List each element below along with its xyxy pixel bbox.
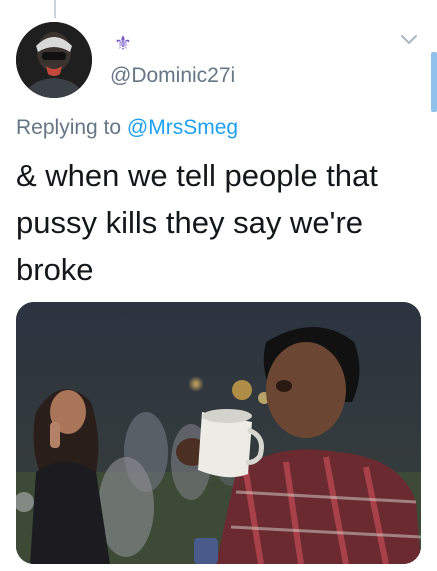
tweet-photo[interactable] bbox=[16, 302, 421, 564]
scroll-indicator[interactable] bbox=[431, 52, 437, 112]
display-name-emoji: ⚜ bbox=[114, 31, 132, 55]
mention-link[interactable]: @MrsSmeg bbox=[127, 116, 238, 139]
user-handle[interactable]: @Dominic27i bbox=[110, 64, 235, 88]
tweet-text: & when we tell people that pussy kills t… bbox=[16, 158, 378, 287]
avatar[interactable] bbox=[16, 22, 92, 98]
thread-connector-line bbox=[54, 0, 56, 18]
replying-to-prefix: Replying to bbox=[16, 116, 122, 139]
replying-to-line: Replying to @MrsSmeg bbox=[16, 116, 238, 140]
photo-image bbox=[16, 302, 421, 564]
chevron-down-icon[interactable] bbox=[400, 34, 418, 46]
avatar-image bbox=[16, 22, 92, 98]
